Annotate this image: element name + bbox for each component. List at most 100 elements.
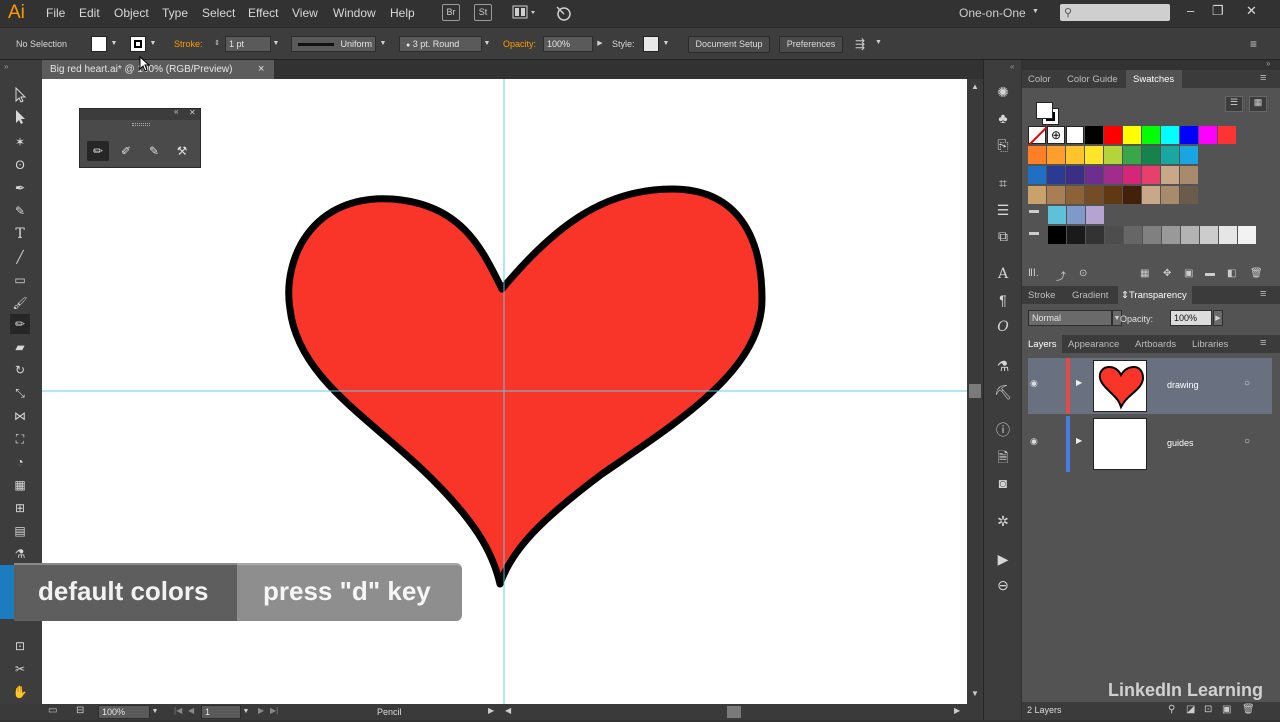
expand-triangle-icon[interactable]: ▶ xyxy=(1076,436,1082,445)
collapse-icon[interactable]: « xyxy=(174,107,178,116)
horizontal-scroll-thumb[interactable] xyxy=(727,706,741,718)
gpu-icon[interactable]: ▭ xyxy=(48,705,57,716)
stock-button[interactable]: St xyxy=(474,4,492,21)
zoom-field[interactable]: 100% xyxy=(98,705,150,719)
color-swatch[interactable] xyxy=(1066,146,1084,164)
graphic-style-swatch[interactable] xyxy=(643,36,659,52)
gpu-performance-icon[interactable] xyxy=(554,4,574,22)
align-panel-icon[interactable]: ☰ xyxy=(993,200,1013,220)
color-swatch[interactable] xyxy=(1161,186,1179,204)
chevron-down-icon[interactable]: ▼ xyxy=(241,704,251,720)
layer-row-guides[interactable]: ◉ ▶ guides ○ xyxy=(1028,416,1272,472)
free-transform-tool-icon[interactable]: ⛶ xyxy=(10,429,30,449)
image-trace-icon[interactable]: ◙ xyxy=(993,473,1013,493)
color-swatch[interactable] xyxy=(1123,126,1141,144)
lasso-tool-icon[interactable]: ʘ xyxy=(10,155,30,175)
swatch-libraries-icon[interactable]: ⅡⅠ. xyxy=(1028,268,1039,279)
variable-width-profile[interactable]: Uniform xyxy=(291,36,376,52)
slice-tool-icon[interactable]: ✂ xyxy=(10,659,30,679)
info-icon[interactable]: ⓘ xyxy=(993,420,1013,440)
menu-help[interactable]: Help xyxy=(390,6,415,20)
layer-name[interactable]: guides xyxy=(1167,438,1194,448)
color-swatch[interactable] xyxy=(1123,166,1141,184)
color-swatch[interactable] xyxy=(1142,186,1160,204)
menu-object[interactable]: Object xyxy=(114,6,149,20)
color-swatch[interactable] xyxy=(1048,226,1066,244)
panel-menu-icon[interactable]: ≡ xyxy=(1260,288,1266,300)
magic-wand-tool-icon[interactable]: ✶ xyxy=(10,132,30,152)
shaper-tool-icon[interactable]: ✏ xyxy=(87,141,109,161)
brushes-icon[interactable]: ⛏ xyxy=(993,382,1013,402)
chevron-down-icon[interactable]: ▼ xyxy=(109,36,119,52)
color-swatch[interactable] xyxy=(1123,146,1141,164)
next-artboard-icon[interactable]: ▶ xyxy=(258,706,264,715)
pencil-tool-icon[interactable]: ✏ xyxy=(10,314,30,334)
artboard-number-field[interactable]: 1 xyxy=(201,705,241,719)
color-swatch[interactable] xyxy=(1048,206,1066,224)
tab-layers[interactable]: Layers xyxy=(1028,339,1057,350)
chevron-down-icon[interactable]: ▼ xyxy=(482,36,492,52)
color-swatch[interactable] xyxy=(1124,226,1142,244)
close-icon[interactable]: ✕ xyxy=(189,108,196,117)
new-color-group-icon[interactable]: ✥ xyxy=(1163,268,1171,279)
line-segment-tool-icon[interactable]: ╱ xyxy=(10,247,30,267)
target-circle-icon[interactable]: ○ xyxy=(1244,378,1250,389)
last-artboard-icon[interactable]: ▶| xyxy=(270,706,278,715)
brush-definition[interactable]: ● 3 pt. Round xyxy=(399,36,482,52)
gradient-tool-icon[interactable]: ▤ xyxy=(10,521,30,541)
align-icon[interactable]: ⇶ xyxy=(855,37,865,51)
color-swatch[interactable] xyxy=(1104,166,1122,184)
none-swatch[interactable] xyxy=(1028,126,1048,146)
scroll-left-icon[interactable]: ◀ xyxy=(505,706,511,715)
color-swatch[interactable] xyxy=(1180,166,1198,184)
mesh-tool-icon[interactable]: ⊞ xyxy=(10,498,30,518)
chevron-down-icon[interactable]: ▼ xyxy=(150,704,160,720)
tab-transparency[interactable]: ⇕Transparency xyxy=(1121,290,1187,301)
list-view-icon[interactable]: ☰ xyxy=(1225,96,1243,112)
color-swatch[interactable] xyxy=(1142,126,1160,144)
color-swatch[interactable] xyxy=(1085,186,1103,204)
color-swatch[interactable] xyxy=(1047,166,1065,184)
rotate-tool-icon[interactable]: ↻ xyxy=(10,360,30,380)
scroll-right-icon[interactable]: ▶ xyxy=(954,706,960,715)
stroke-label[interactable]: Stroke: xyxy=(174,39,203,49)
color-swatch[interactable] xyxy=(1104,126,1122,144)
bridge-button[interactable]: Br xyxy=(442,4,460,21)
chevron-down-icon[interactable]: ▼ xyxy=(378,36,388,52)
tab-color[interactable]: Color xyxy=(1028,74,1051,85)
selection-tool-icon[interactable] xyxy=(10,86,30,107)
graphic-styles-icon[interactable]: ⚗ xyxy=(993,356,1013,376)
document-setup-button[interactable]: Document Setup xyxy=(688,36,770,53)
paragraph-icon[interactable]: ¶ xyxy=(993,290,1013,310)
close-window-button[interactable]: ✕ xyxy=(1246,3,1257,19)
color-swatch[interactable] xyxy=(1180,126,1198,144)
color-swatch[interactable] xyxy=(1180,186,1198,204)
shape-builder-tool-icon[interactable]: ◔ xyxy=(10,452,30,472)
color-swatch[interactable] xyxy=(1085,146,1103,164)
arrange-documents-icon[interactable] xyxy=(512,5,540,20)
registration-swatch[interactable]: ⊕ xyxy=(1047,126,1065,144)
panel-menu-icon[interactable]: ≡ xyxy=(1260,337,1266,349)
color-swatch[interactable] xyxy=(1123,186,1141,204)
eraser-tool-icon[interactable]: ▰ xyxy=(10,337,30,357)
menu-view[interactable]: View xyxy=(292,6,318,20)
color-swatch[interactable] xyxy=(1238,226,1256,244)
color-swatch[interactable] xyxy=(1086,206,1104,224)
pen-tool-icon[interactable]: ✒ xyxy=(10,178,30,198)
collapse-icon[interactable]: » xyxy=(1266,59,1270,68)
blend-mode-select[interactable]: Normal xyxy=(1028,310,1112,326)
color-swatch[interactable] xyxy=(1066,166,1084,184)
swatch-options-icon[interactable]: ▦ xyxy=(1140,268,1149,279)
join-tool-icon[interactable]: ⚒ xyxy=(171,141,193,161)
navigator-icon[interactable]: ✲ xyxy=(993,511,1013,531)
artboard-tool-icon[interactable]: ⊡ xyxy=(10,636,30,656)
add-to-library-icon[interactable]: ⤴ xyxy=(1056,268,1066,283)
vertical-scrollbar[interactable]: ▲ ▼ xyxy=(967,79,983,704)
chevron-right-icon[interactable]: ▶ xyxy=(595,36,605,52)
direct-selection-tool-icon[interactable] xyxy=(10,109,30,129)
stroke-stepper[interactable]: ⇕ xyxy=(212,36,222,52)
opacity-field[interactable]: 100% xyxy=(543,36,593,52)
visibility-eye-icon[interactable]: ◉ xyxy=(1030,378,1038,389)
scroll-down-icon[interactable]: ▼ xyxy=(971,689,979,698)
document-tab[interactable]: Big red heart.ai* @ 100% (RGB/Preview) × xyxy=(42,60,274,79)
